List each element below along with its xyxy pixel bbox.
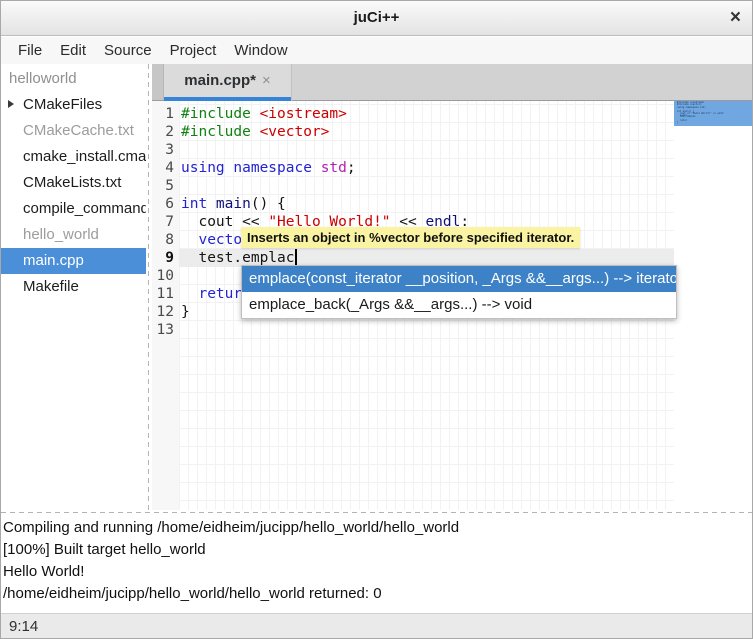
sidebar-item-label: CMakeLists.txt [23, 174, 121, 191]
tab-main-cpp[interactable]: main.cpp* × [164, 64, 292, 101]
code-line[interactable] [179, 141, 674, 159]
editor-pane: main.cpp*× 12345678910111213 #include <i… [152, 64, 753, 510]
sidebar-item-cmakecache-txt[interactable]: CMakeCache.txt [1, 118, 146, 144]
sidebar-item-main-cpp[interactable]: main.cpp [1, 248, 146, 274]
main-area: helloworld CMakeFiles CMakeCache.txt cmake… [1, 64, 753, 510]
line-number: 12 [152, 303, 174, 321]
expander-triangle-icon[interactable] [8, 100, 14, 108]
line-number: 1 [152, 105, 174, 123]
sidebar-item-label: Makefile [23, 278, 79, 295]
menu-item-source[interactable]: Source [95, 38, 161, 64]
sidebar-item-label: hello_world [23, 226, 99, 243]
close-icon[interactable]: × [730, 1, 741, 34]
completion-item[interactable]: emplace_back(_Args &&__args...) --> void [242, 292, 676, 318]
sidebar-item-cmakelists-txt[interactable]: CMakeLists.txt [1, 170, 146, 196]
line-number: 11 [152, 285, 174, 303]
code-line[interactable]: #include <vector> [179, 123, 674, 141]
menu-item-edit[interactable]: Edit [51, 38, 95, 64]
sidebar-item-label: CMakeFiles [23, 96, 102, 113]
line-number: 10 [152, 267, 174, 285]
sidebar-item-cmake-install-cmake[interactable]: cmake_install.cmake [1, 144, 146, 170]
line-number: 9 [152, 249, 174, 267]
code-line[interactable]: using namespace std; [179, 159, 674, 177]
autocomplete-popup: emplace(const_iterator __position, _Args… [241, 265, 677, 319]
line-number-gutter: 12345678910111213 [152, 101, 179, 510]
line-number: 6 [152, 195, 174, 213]
sidebar-item-cmakefiles[interactable]: CMakeFiles [1, 92, 146, 118]
code-editor[interactable]: 12345678910111213 #include <iostream>#in… [152, 101, 753, 510]
tab-close-icon[interactable]: × [262, 72, 271, 89]
menu-item-file[interactable]: File [9, 38, 51, 64]
line-number: 13 [152, 321, 174, 339]
sidebar-item-label: CMakeCache.txt [23, 122, 134, 139]
line-number: 7 [152, 213, 174, 231]
line-number: 5 [152, 177, 174, 195]
doc-tooltip: Inserts an object in %vector before spec… [241, 227, 580, 248]
jucipp-window: juCi++ × FileEditSourceProjectWindow hel… [0, 0, 753, 639]
menu-item-window[interactable]: Window [225, 38, 296, 64]
terminal-line: Compiling and running /home/eidheim/juci… [3, 517, 752, 539]
sidebar-item-label: compile_commands. [23, 200, 146, 217]
sidebar-item-hello-world[interactable]: hello_world [1, 222, 146, 248]
line-number: 8 [152, 231, 174, 249]
code-line[interactable]: #include <iostream> [179, 105, 674, 123]
completion-item[interactable]: emplace(const_iterator __position, _Args… [242, 266, 676, 292]
window-title: juCi++ [1, 1, 752, 35]
title-bar: juCi++ × [1, 1, 752, 36]
tabbar-left-strip [152, 64, 164, 100]
line-number: 2 [152, 123, 174, 141]
code-line[interactable] [179, 177, 674, 195]
minimap-scrollbar[interactable]: #include <iostream>#include <vector>usin… [674, 101, 753, 510]
code-line[interactable] [179, 321, 674, 339]
tab-bar: main.cpp* × [152, 64, 753, 101]
sidebar-item-makefile[interactable]: Makefile [1, 274, 146, 300]
sidebar-item-compile-commands-[interactable]: compile_commands. [1, 196, 146, 222]
line-number: 3 [152, 141, 174, 159]
file-tree-sidebar: helloworld CMakeFiles CMakeCache.txt cmake… [1, 64, 146, 510]
cursor-position: 9:14 [9, 618, 38, 635]
menu-bar: FileEditSourceProjectWindow [1, 37, 752, 64]
line-number: 4 [152, 159, 174, 177]
minimap-line [677, 124, 753, 126]
sidebar-item-label: cmake_install.cmake [23, 148, 146, 165]
menu-item-project[interactable]: Project [161, 38, 226, 64]
code-line[interactable]: int main() { [179, 195, 674, 213]
sidebar-item-label: main.cpp [23, 252, 84, 269]
project-name: helloworld [1, 66, 146, 92]
tab-label: main.cpp* [184, 72, 256, 89]
minimap-viewport[interactable]: #include <iostream>#include <vector>usin… [674, 101, 753, 126]
terminal-line: Hello World! [3, 561, 752, 583]
terminal-line: [100%] Built target hello_world [3, 539, 752, 561]
terminal-output: Compiling and running /home/eidheim/juci… [1, 516, 752, 613]
terminal-line: /home/eidheim/jucipp/hello_world/hello_w… [3, 583, 752, 605]
text-cursor [295, 249, 297, 265]
status-bar: 9:14 [1, 613, 752, 639]
